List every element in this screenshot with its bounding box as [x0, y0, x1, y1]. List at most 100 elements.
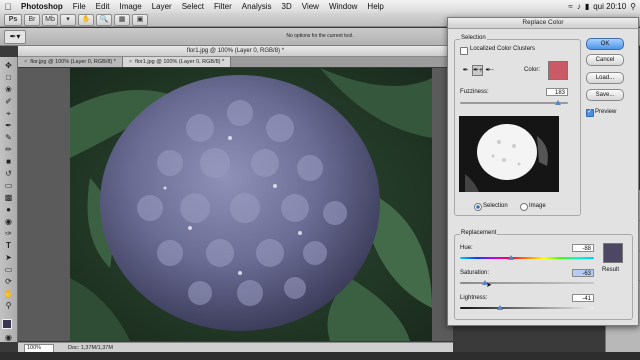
fuzziness-label: Fuzziness: [460, 89, 489, 95]
quick-mask-icon[interactable]: ◉ [3, 333, 14, 342]
status-volume-icon[interactable]: ♪ [577, 2, 581, 11]
tab-flor[interactable]: × flor.jpg @ 100% (Layer 0, RGB/8) * [18, 57, 123, 67]
document-window-title: flor1.jpg @ 100% (Layer 0, RGB/8) * [18, 46, 453, 57]
saturation-slider[interactable] [460, 282, 594, 284]
menu-select[interactable]: Select [177, 0, 209, 13]
menubar-clock[interactable]: qui 20:10 [593, 2, 626, 11]
fuzziness-field[interactable]: 183 [546, 88, 568, 96]
dialog-title: Replace Color [448, 18, 638, 29]
load-button[interactable]: Load... [586, 72, 624, 84]
menu-view[interactable]: View [297, 0, 324, 13]
minibridge-icon[interactable]: Mb [42, 13, 58, 26]
type-tool-icon[interactable]: T [3, 241, 14, 250]
gradient-tool-icon[interactable]: ▩ [3, 193, 14, 202]
lightness-slider[interactable] [460, 307, 594, 309]
menu-analysis[interactable]: Analysis [237, 0, 277, 13]
quick-selection-tool-icon[interactable]: ✐ [3, 97, 14, 106]
color-label: Color: [524, 67, 541, 73]
saturation-field[interactable]: -63 [572, 269, 594, 277]
arrange-documents-icon[interactable]: ▦ [114, 13, 130, 26]
eraser-tool-icon[interactable]: ▭ [3, 181, 14, 190]
menu-layer[interactable]: Layer [147, 0, 177, 13]
ps-logo-icon: Ps [4, 13, 22, 26]
fuzziness-slider[interactable] [460, 102, 568, 104]
lightness-label: Lightness: [460, 295, 488, 301]
foreground-color-swatch[interactable] [2, 319, 12, 329]
hand-tool-icon[interactable]: ✋ [3, 289, 14, 298]
saturation-label: Saturation: [460, 270, 490, 276]
brush-tool-icon[interactable]: ✏ [3, 145, 14, 154]
3d-rotate-tool-icon[interactable]: ⟳ [3, 277, 14, 286]
hue-label: Hue: [460, 245, 473, 251]
menu-file[interactable]: File [68, 0, 91, 13]
hue-slider-thumb[interactable] [507, 255, 514, 260]
document-canvas[interactable] [18, 68, 453, 341]
cancel-button[interactable]: Cancel [586, 54, 624, 66]
close-tab-icon[interactable]: × [129, 59, 132, 65]
hydrangea-photo [70, 68, 432, 341]
zoom-level-menu-icon[interactable]: ▾ [60, 13, 76, 26]
dodge-tool-icon[interactable]: ◉ [3, 217, 14, 226]
ok-button[interactable]: OK [586, 38, 624, 50]
apple-icon[interactable]:  [0, 2, 16, 12]
menu-3d[interactable]: 3D [277, 0, 297, 13]
result-label: Result [602, 267, 620, 273]
hand-tool-icon[interactable]: ✋ [78, 13, 94, 26]
image-radio-label: Image [529, 203, 546, 209]
localized-color-clusters-checkbox[interactable] [460, 47, 468, 55]
menu-edit[interactable]: Edit [91, 0, 115, 13]
close-tab-icon[interactable]: × [24, 59, 27, 65]
shape-tool-icon[interactable]: ▭ [3, 265, 14, 274]
fuzziness-slider-thumb[interactable] [555, 100, 562, 105]
menu-window[interactable]: Window [324, 0, 362, 13]
menu-filter[interactable]: Filter [209, 0, 237, 13]
eyedropper-icon[interactable]: ✒ [460, 65, 471, 76]
marquee-tool-icon[interactable]: □ [3, 73, 14, 82]
pen-tool-icon[interactable]: ✑ [3, 229, 14, 238]
image-radio[interactable] [520, 203, 528, 211]
toolbox: ✥ □ ❀ ✐ ⌖ ✒ ✎ ✏ ■ ↺ ▭ ▩ ● ◉ ✑ T ➤ ▭ ⟳ ✋ … [0, 57, 18, 342]
lightness-slider-thumb[interactable] [497, 305, 504, 310]
status-battery-icon[interactable]: ▮ [585, 2, 589, 11]
selection-preview-mask [459, 116, 559, 192]
preview-label: Preview [595, 109, 617, 115]
save-button[interactable]: Save... [586, 89, 624, 101]
selection-group-label: Selection [460, 35, 487, 41]
localized-color-clusters-label: Localized Color Clusters [470, 46, 536, 52]
selection-color-swatch[interactable] [548, 61, 568, 80]
hue-slider[interactable] [460, 257, 594, 259]
replace-color-dialog: Replace Color Selection Localized Color … [447, 17, 639, 326]
spotlight-search-icon[interactable]: ⚲ [630, 2, 636, 11]
history-brush-tool-icon[interactable]: ↺ [3, 169, 14, 178]
move-tool-icon[interactable]: ✥ [3, 61, 14, 70]
eyedropper-tool-icon[interactable]: ✒ [3, 121, 14, 130]
lightness-field[interactable]: -41 [572, 294, 594, 302]
crop-tool-icon[interactable]: ⌖ [3, 109, 14, 118]
menu-app-name[interactable]: Photoshop [16, 0, 68, 13]
screen-mode-icon[interactable]: ▣ [132, 13, 148, 26]
menu-help[interactable]: Help [362, 0, 388, 13]
tab-label: flor1.jpg @ 100% (Layer 0, RGB/8) * [135, 59, 225, 65]
zoom-tool-icon[interactable]: ⚲ [3, 301, 14, 310]
clone-stamp-tool-icon[interactable]: ■ [3, 157, 14, 166]
blur-tool-icon[interactable]: ● [3, 205, 14, 214]
tab-flor1[interactable]: × flor1.jpg @ 100% (Layer 0, RGB/8) * [122, 57, 232, 67]
selection-radio-label: Selection [483, 203, 508, 209]
zoom-tool-icon[interactable]: 🔍 [96, 13, 112, 26]
mouse-pointer-icon: ➤ [486, 282, 492, 289]
result-color-swatch[interactable] [603, 243, 623, 263]
eyedropper-plus-icon[interactable]: ✒+ [472, 65, 483, 76]
lasso-tool-icon[interactable]: ❀ [3, 85, 14, 94]
preview-checkbox[interactable] [586, 108, 594, 117]
status-wifi-icon[interactable]: ≈ [568, 2, 572, 11]
selection-radio[interactable] [474, 203, 482, 211]
path-selection-tool-icon[interactable]: ➤ [3, 253, 14, 262]
bridge-icon[interactable]: Br [24, 13, 40, 26]
dock-strip [0, 352, 640, 360]
tab-label: flor.jpg @ 100% (Layer 0, RGB/8) * [30, 59, 116, 65]
healing-brush-tool-icon[interactable]: ✎ [3, 133, 14, 142]
menu-image[interactable]: Image [114, 0, 146, 13]
hue-field[interactable]: -88 [572, 244, 594, 252]
replacement-group-label: Replacement [460, 230, 498, 236]
eyedropper-minus-icon[interactable]: ✒- [484, 65, 495, 76]
